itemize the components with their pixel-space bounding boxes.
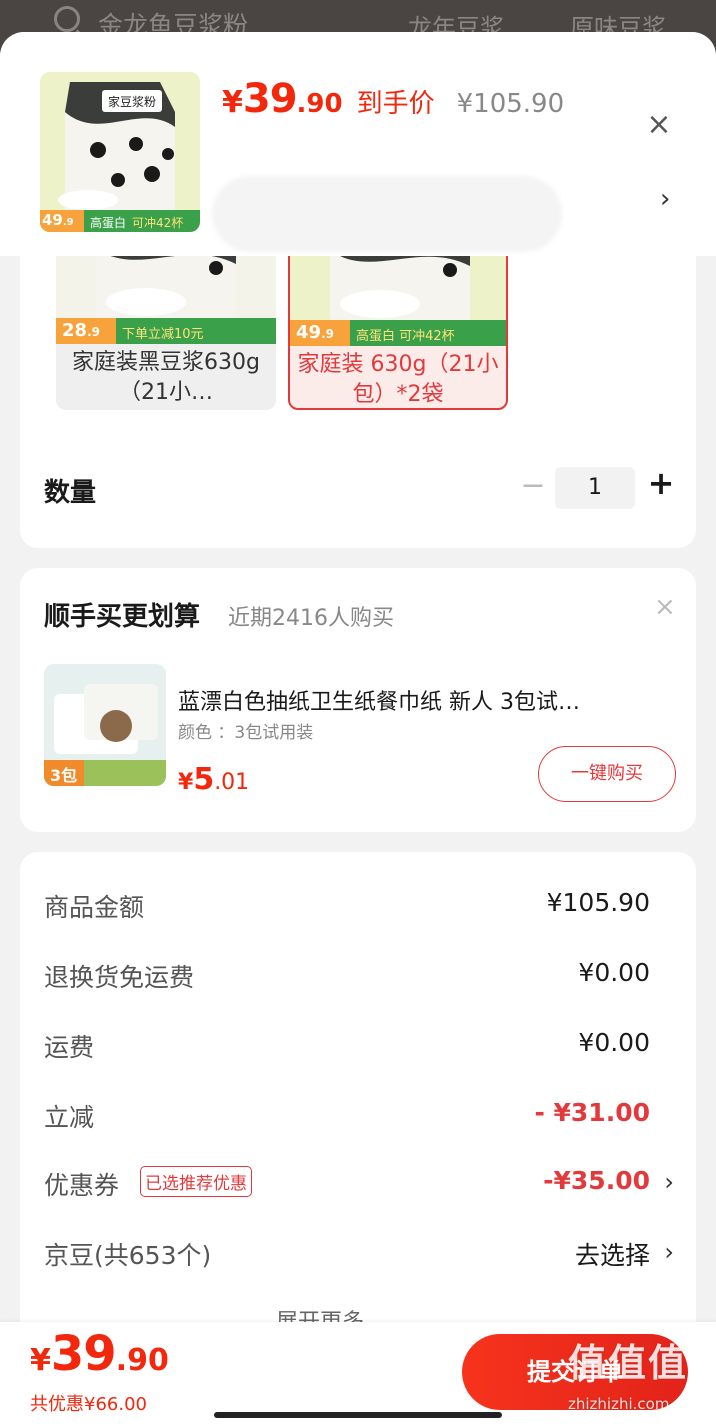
product-thumbnail-image: 家豆浆粉 [40,72,200,232]
quantity-label: 数量 [44,478,97,508]
summary-value: ¥105.90 [546,888,650,917]
blurred-address [212,176,562,252]
summary-label: 京豆(共653个) [44,1241,212,1270]
summary-row-jingdou[interactable]: 京豆(共653个) 去选择 › [44,1236,674,1276]
summary-row-shipping: 运费 ¥0.00 [44,1028,674,1068]
total-price: ¥ 39 .90 [30,1326,169,1382]
bundle-price-integer: 5 [193,762,215,797]
summary-label: 立减 [44,1103,95,1132]
original-price: ¥105.90 [456,89,565,119]
bundle-subtitle: 近期2416人购买 [228,606,394,631]
chevron-right-icon: › [664,1238,674,1266]
summary-row-return-shipping: 退换货免运费 ¥0.00 [44,958,674,998]
close-icon[interactable]: × [642,110,676,144]
summary-value: -¥35.00 [543,1166,650,1195]
total-integer: 39 [50,1326,117,1382]
spec-option-label: 家庭装 630g（21小包）*2袋 [297,352,499,407]
price-row: ¥ 39 .90 到手价 ¥105.90 [222,76,564,122]
total-decimal: .90 [115,1343,169,1378]
summary-label: 退换货免运费 [44,963,195,992]
one-click-buy-button[interactable]: 一键购买 [538,746,676,802]
total-currency: ¥ [30,1343,51,1378]
coupon-recommended-tag: 已选推荐优惠 [140,1166,252,1197]
bundle-image-badge: 3包 [50,766,78,785]
bundle-price: ¥ 5 .01 [178,762,249,797]
bundle-product-image[interactable]: 3包 [44,664,166,786]
purchase-sheet: 家豆浆粉 49.9 高蛋白 可冲42杯 ¥ 39 .90 到手价 ¥105.90… [0,32,716,1424]
thumb-tag-protein: 高蛋白 [90,216,127,230]
watermark-site: zhizhizhi.com [568,1395,670,1413]
svg-text:家豆浆粉: 家豆浆粉 [108,94,156,109]
net-price-label: 到手价 [356,89,435,119]
summary-label: 优惠券 [44,1171,120,1200]
watermark: 值值值 zhizhizhi.com [568,1332,708,1420]
quantity-minus-button[interactable]: − [518,468,548,504]
summary-value: - ¥31.00 [534,1098,650,1127]
watermark-logo: 值值值 [568,1341,689,1385]
option-promo: 高蛋白 可冲42杯 [356,329,455,344]
option-badge-price: 49.9 [296,322,334,343]
chevron-right-icon: › [664,1168,674,1196]
spec-option-label: 家庭装黑豆浆630g（21小… [72,350,260,405]
sheet-header: 家豆浆粉 49.9 高蛋白 可冲42杯 ¥ 39 .90 到手价 ¥105.90… [0,32,716,256]
bundle-price-decimal: .01 [214,770,250,795]
chevron-right-icon[interactable]: › [660,184,670,214]
price-decimal: .90 [296,89,343,119]
option-promo: 下单立减10元 [122,327,204,342]
price-integer: 39 [242,76,298,122]
bundle-title: 顺手买更划算 [44,602,201,632]
thumb-badge-price: 49.9 [42,211,74,229]
product-thumbnail[interactable]: 家豆浆粉 49.9 高蛋白 可冲42杯 [40,72,200,232]
search-icon [54,6,80,32]
thumb-tag-cups: 可冲42杯 [132,216,184,230]
price-currency: ¥ [222,85,243,120]
total-savings: 共优惠¥66.00 [30,1394,147,1415]
summary-row-instant-discount: 立减 - ¥31.00 [44,1098,674,1138]
order-summary: 商品金额 ¥105.90 退换货免运费 ¥0.00 运费 ¥0.00 立减 - … [20,852,696,1372]
home-indicator [214,1412,502,1418]
bundle-product-name[interactable]: 蓝漂白色抽纸卫生纸餐巾纸 新人 3包试… [178,684,678,716]
quantity-plus-button[interactable]: + [644,464,678,504]
summary-row-coupon[interactable]: 优惠券 已选推荐优惠 -¥35.00 › [44,1166,674,1206]
quantity-input[interactable]: 1 [555,467,635,509]
summary-value: ¥0.00 [578,1028,650,1057]
summary-label: 运费 [44,1033,95,1062]
bundle-card: 顺手买更划算 近期2416人购买 × 3包 蓝漂白色抽纸卫生纸餐巾纸 新人 3包… [20,568,696,832]
spec-card: 28.9 下单立减10元 家庭装黑豆浆630g（21小… 49.9 高蛋白 可冲… [20,228,696,548]
option-badge-price: 28.9 [62,320,100,341]
close-icon[interactable]: × [654,592,676,622]
summary-label: 商品金额 [44,893,145,922]
summary-value: 去选择 [574,1241,650,1270]
summary-row-goods-amount: 商品金额 ¥105.90 [44,888,674,928]
summary-value: ¥0.00 [578,958,650,987]
bundle-product-attr: 颜色 ：3包试用装 [178,723,314,743]
bundle-price-currency: ¥ [178,770,194,795]
